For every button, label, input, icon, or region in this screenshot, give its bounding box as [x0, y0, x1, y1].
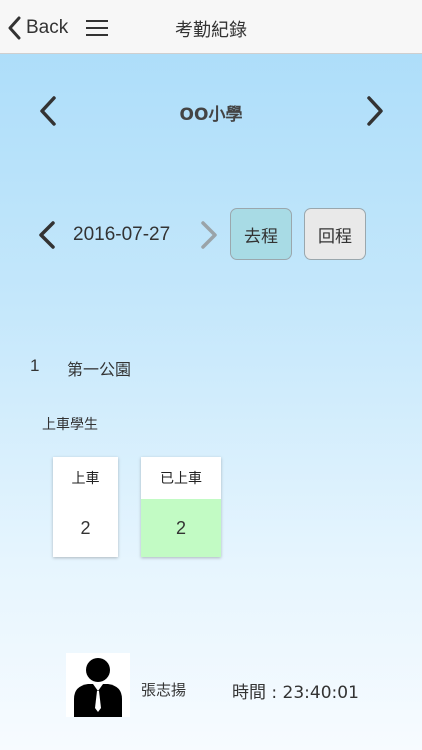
boarding-students-label: 上車學生 — [42, 417, 98, 433]
boarded-card-count: 2 — [141, 499, 221, 557]
return-trip-button[interactable]: 回程 — [304, 208, 366, 260]
outbound-trip-button[interactable]: 去程 — [230, 208, 292, 260]
school-name: OO小學 — [179, 105, 243, 125]
date-display: 2016-07-27 — [73, 224, 171, 245]
boarding-card-count: 2 — [80, 517, 91, 538]
driver-name: 張志揚 — [141, 681, 187, 699]
next-date-chevron-icon[interactable] — [199, 220, 219, 250]
boarding-card-label: 上車 — [71, 471, 100, 487]
stop-number: 1 — [30, 356, 40, 375]
driver-avatar-icon — [66, 653, 130, 717]
boarded-card-label: 已上車 — [160, 471, 202, 487]
next-school-chevron-icon[interactable] — [365, 95, 385, 127]
prev-date-chevron-icon[interactable] — [37, 220, 57, 250]
nav-bar: Back 考勤紀錄 — [0, 0, 422, 54]
stop-name: 第一公園 — [67, 360, 132, 379]
record-time: 時間 : 23:40:01 — [232, 683, 359, 703]
boarded-count-card[interactable]: 已上車 2 — [141, 457, 221, 557]
boarding-count-card[interactable]: 上車 2 — [53, 457, 118, 557]
page-title: 考勤紀錄 — [175, 20, 247, 41]
